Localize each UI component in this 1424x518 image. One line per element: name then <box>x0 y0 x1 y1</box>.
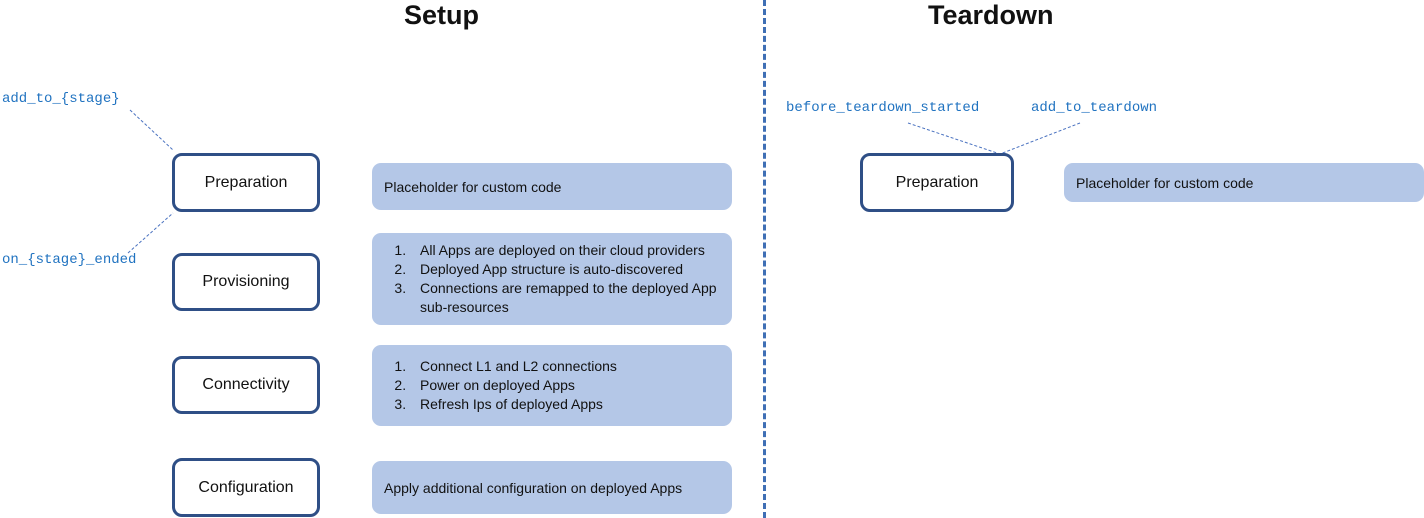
description-connectivity: Connect L1 and L2 connections Power on d… <box>372 345 732 426</box>
hook-on-stage-ended: on_{stage}_ended <box>2 252 137 268</box>
stage-provisioning: Provisioning <box>172 253 320 311</box>
stage-label: Connectivity <box>202 376 290 393</box>
description-text: Placeholder for custom code <box>384 178 562 195</box>
step-item: Connections are remapped to the deployed… <box>410 279 720 317</box>
step-item: All Apps are deployed on their cloud pro… <box>410 241 720 260</box>
hook-add-to-stage: add_to_{stage} <box>2 91 120 107</box>
connector-add-to-teardown <box>999 122 1081 155</box>
description-provisioning: All Apps are deployed on their cloud pro… <box>372 233 732 325</box>
description-preparation: Placeholder for custom code <box>372 163 732 210</box>
hook-add-to-teardown: add_to_teardown <box>1031 100 1158 116</box>
step-item: Connect L1 and L2 connections <box>410 357 720 376</box>
connector-before-teardown-started <box>907 122 1001 155</box>
step-item: Power on deployed Apps <box>410 376 720 395</box>
stage-label: Configuration <box>198 478 294 496</box>
teardown-stage-preparation: Preparation <box>860 153 1014 212</box>
step-item: Deployed App structure is auto-discovere… <box>410 260 720 279</box>
description-configuration: Apply additional configuration on deploy… <box>372 461 732 514</box>
step-item: Refresh Ips of deployed Apps <box>410 395 720 414</box>
provisioning-steps: All Apps are deployed on their cloud pro… <box>384 241 720 317</box>
description-text: Apply additional configuration on deploy… <box>384 479 683 496</box>
hook-before-teardown-started: before_teardown_started <box>786 100 980 116</box>
stage-label: Preparation <box>204 173 288 191</box>
connector-on-stage-ended <box>127 212 174 254</box>
stage-configuration: Configuration <box>172 458 320 517</box>
stage-connectivity: Connectivity <box>172 356 320 414</box>
stage-label: Preparation <box>895 173 979 191</box>
teardown-description-preparation: Placeholder for custom code <box>1064 163 1424 202</box>
stage-preparation: Preparation <box>172 153 320 212</box>
description-text: Placeholder for custom code <box>1076 174 1254 191</box>
stage-label: Provisioning <box>202 273 290 290</box>
connector-add-to-stage <box>129 109 174 151</box>
connectivity-steps: Connect L1 and L2 connections Power on d… <box>384 357 720 414</box>
